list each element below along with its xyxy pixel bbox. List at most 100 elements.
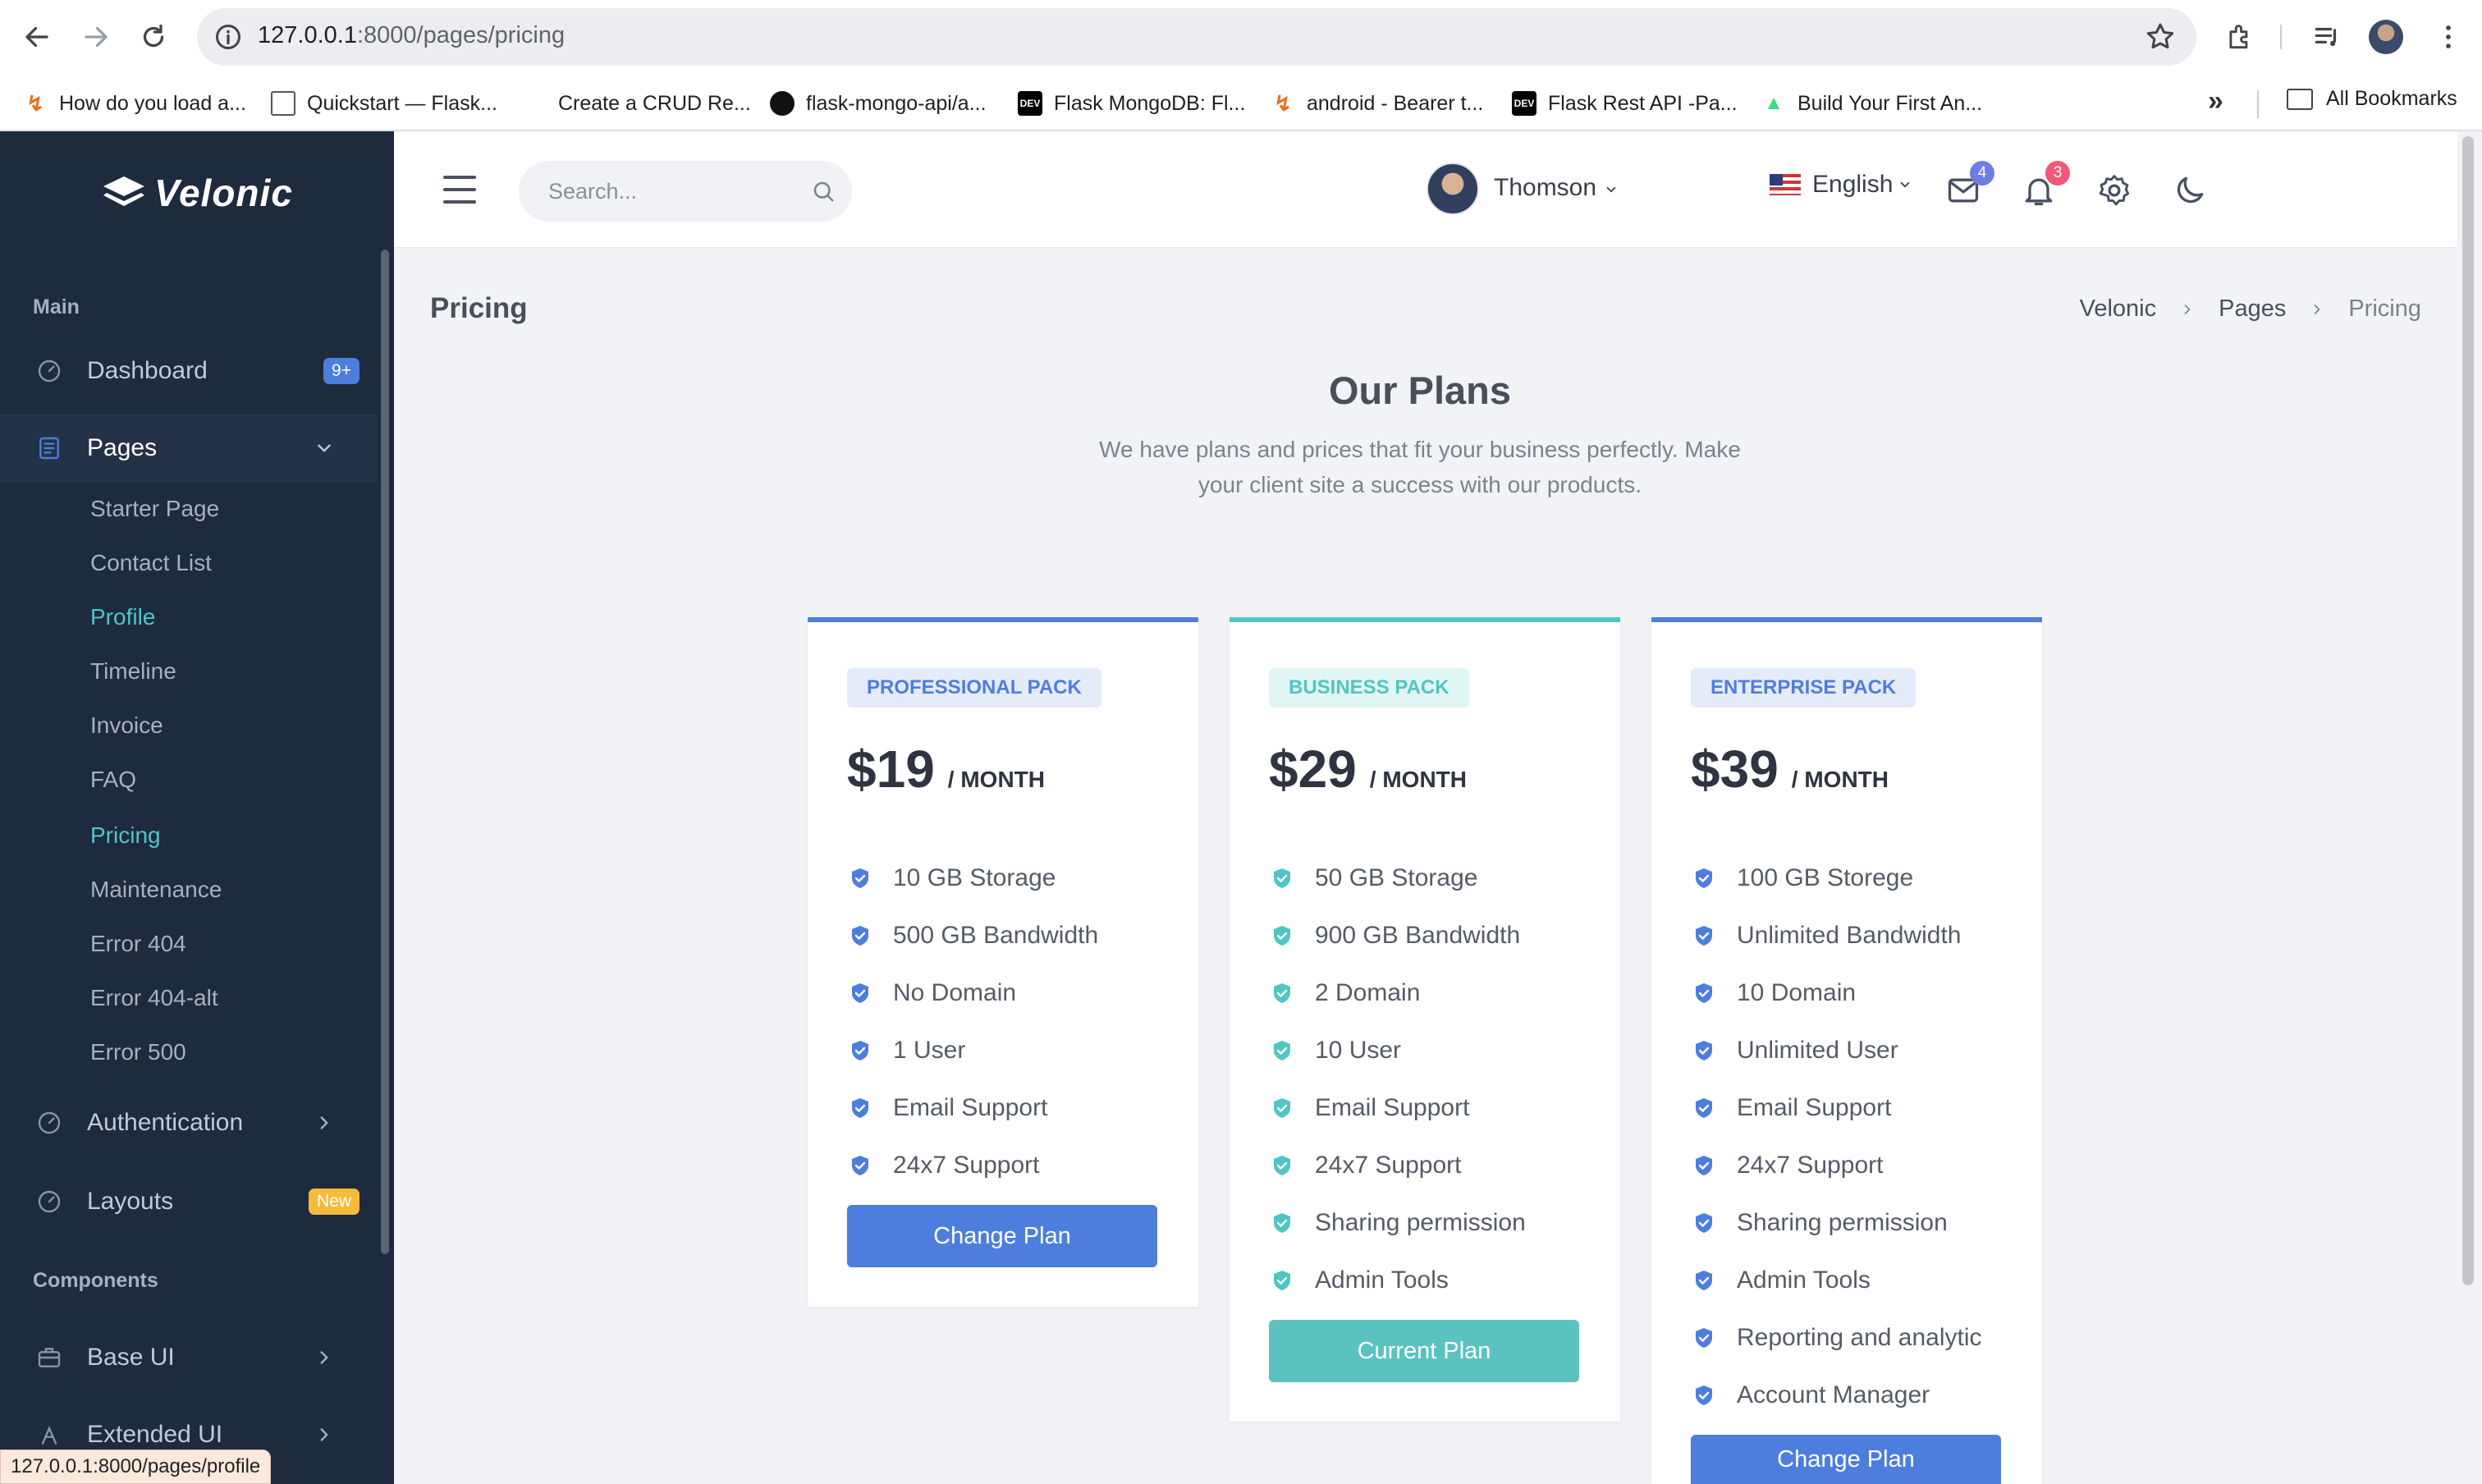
notification-count-badge: 3 bbox=[2045, 161, 2070, 186]
feature-text: 2 Domain bbox=[1315, 979, 1421, 1006]
gear-icon[interactable] bbox=[2096, 172, 2132, 208]
bookmark-item[interactable]: DEV Flask Rest API -Pa... bbox=[1512, 87, 1738, 120]
sidebar-item-label: Base UI bbox=[87, 1344, 175, 1371]
sidebar-subitem-invoice[interactable]: Invoice bbox=[90, 712, 163, 739]
plan-price: $19 / MONTH bbox=[847, 739, 1045, 799]
plan-feature: 24x7 Support bbox=[850, 1147, 1039, 1184]
feature-text: Unlimited Bandwidth bbox=[1737, 922, 1962, 949]
sidebar-item-authentication[interactable]: Authentication bbox=[0, 1088, 378, 1157]
media-control-icon[interactable] bbox=[2308, 18, 2346, 56]
plan-feature: 500 GB Bandwidth bbox=[850, 918, 1098, 954]
sidebar-subitem-error-404[interactable]: Error 404 bbox=[90, 931, 186, 957]
browser-chrome: 127.0.0.1:8000/pages/pricing ↯ How do you… bbox=[0, 0, 2482, 131]
all-bookmarks-button[interactable]: All Bookmarks bbox=[2287, 87, 2457, 111]
sidebar-item-label: Pages bbox=[87, 434, 158, 461]
plan-feature: Unlimited User bbox=[1694, 1033, 1898, 1069]
feature-text: Sharing permission bbox=[1737, 1209, 1948, 1236]
sidebar-subitem-contact-list[interactable]: Contact List bbox=[90, 550, 212, 576]
sidebar-scrollbar[interactable] bbox=[381, 250, 389, 1254]
brand-logo[interactable]: Velonic bbox=[102, 171, 293, 215]
bookmark-item[interactable]: ↯ android - Bearer t... bbox=[1271, 87, 1483, 120]
plan-feature: 100 GB Storege bbox=[1694, 860, 1913, 896]
bell-icon[interactable]: 3 bbox=[2021, 161, 2070, 208]
dashboard-count-badge: 9+ bbox=[323, 358, 359, 384]
bookmark-label: flask-mongo-api/a... bbox=[806, 91, 987, 115]
shield-check-icon bbox=[852, 1041, 868, 1060]
flask-favicon-icon: ↯ bbox=[1271, 91, 1295, 116]
breadcrumb-link-pages[interactable]: Pages bbox=[2219, 295, 2286, 323]
change-plan-button[interactable]: Change Plan bbox=[847, 1205, 1157, 1267]
plan-feature: 10 GB Storage bbox=[850, 860, 1056, 896]
shield-check-icon bbox=[1274, 926, 1290, 946]
sidebar-subitem-profile[interactable]: Profile bbox=[90, 604, 155, 630]
sidebar-subitem-starter-page[interactable]: Starter Page bbox=[90, 496, 219, 522]
search-input[interactable] bbox=[548, 161, 795, 222]
bookmark-item[interactable]: Quickstart — Flask... bbox=[271, 87, 497, 120]
toolbar-divider bbox=[2280, 25, 2282, 49]
pages-icon bbox=[36, 435, 62, 461]
bookmark-item[interactable]: flask-mongo-api/a... bbox=[770, 87, 987, 120]
section-heading-main: Main bbox=[33, 295, 80, 318]
sidebar-subitem-timeline[interactable]: Timeline bbox=[90, 658, 176, 685]
search-box[interactable] bbox=[519, 161, 852, 222]
language-selector[interactable]: English bbox=[1770, 171, 1912, 199]
browser-menu-icon[interactable] bbox=[2429, 18, 2467, 56]
plan-feature: 2 Domain bbox=[1272, 975, 1420, 1011]
reload-icon[interactable] bbox=[133, 16, 174, 57]
extensions-icon[interactable] bbox=[2221, 18, 2259, 56]
more-bookmarks-icon[interactable]: » bbox=[2208, 85, 2223, 117]
moon-icon[interactable] bbox=[2172, 172, 2208, 208]
sidebar-item-label: Authentication bbox=[87, 1109, 244, 1136]
bookmark-item[interactable]: DEV Flask MongoDB: Fl... bbox=[1018, 87, 1245, 120]
address-bar[interactable]: 127.0.0.1:8000/pages/pricing bbox=[197, 8, 2196, 66]
current-plan-button[interactable]: Current Plan bbox=[1269, 1320, 1579, 1382]
plan-price: $39 / MONTH bbox=[1691, 739, 1889, 799]
breadcrumb-link-velonic[interactable]: Velonic bbox=[2080, 295, 2157, 323]
bookmark-item[interactable]: ↯ How do you load a... bbox=[23, 87, 246, 120]
url-text[interactable]: 127.0.0.1:8000/pages/pricing bbox=[258, 22, 565, 49]
language-label: English bbox=[1812, 171, 1894, 198]
doc-favicon-icon bbox=[271, 91, 295, 116]
shield-check-icon bbox=[1274, 983, 1290, 1003]
back-icon[interactable] bbox=[16, 16, 57, 57]
sidebar-item-base-ui[interactable]: Base UI bbox=[0, 1323, 378, 1392]
user-avatar[interactable] bbox=[1426, 163, 1479, 215]
sidebar-item-pages[interactable]: Pages bbox=[0, 414, 378, 483]
layers-logo-icon bbox=[103, 176, 144, 206]
sidebar-subitem-pricing[interactable]: Pricing bbox=[90, 822, 161, 849]
bookmark-item[interactable]: ▲ Build Your First An... bbox=[1761, 87, 1982, 120]
sidebar-subitem-error-404-alt[interactable]: Error 404-alt bbox=[90, 985, 218, 1011]
forward-icon[interactable] bbox=[76, 16, 117, 57]
site-info-icon[interactable] bbox=[213, 22, 243, 52]
bookmark-label: Quickstart — Flask... bbox=[307, 91, 497, 115]
plan-feature: Email Support bbox=[1272, 1090, 1469, 1126]
new-badge: New bbox=[308, 1189, 359, 1215]
pricing-card-enterprise: ENTERPRISE PACK $39 / MONTH 100 GB Storeg… bbox=[1651, 617, 2042, 1484]
change-plan-button[interactable]: Change Plan bbox=[1691, 1435, 2001, 1484]
mail-icon[interactable]: 4 bbox=[1945, 161, 1994, 208]
sidebar-subitem-error-500[interactable]: Error 500 bbox=[90, 1039, 186, 1065]
search-icon[interactable] bbox=[811, 179, 836, 204]
sidebar-item-label: Extended UI bbox=[87, 1421, 223, 1448]
section-heading-components: Components bbox=[33, 1269, 158, 1292]
sidebar-subitem-maintenance[interactable]: Maintenance bbox=[90, 877, 222, 903]
plan-feature: Sharing permission bbox=[1272, 1205, 1526, 1241]
page-scrollbar[interactable] bbox=[2462, 136, 2474, 1285]
plan-tag: ENTERPRISE PACK bbox=[1691, 668, 1916, 708]
shield-check-icon bbox=[852, 868, 868, 888]
feature-text: Reporting and analytic bbox=[1737, 1324, 1982, 1351]
github-icon bbox=[770, 91, 795, 116]
plan-feature: Reporting and analytic bbox=[1694, 1320, 1982, 1356]
user-name[interactable]: Thomson bbox=[1494, 174, 1596, 202]
chevron-down-icon[interactable] bbox=[1604, 182, 1619, 197]
browser-profile-avatar[interactable] bbox=[2369, 20, 2403, 54]
plan-feature: 10 User bbox=[1272, 1033, 1401, 1069]
sidebar-item-layouts[interactable]: Layouts New bbox=[0, 1167, 378, 1236]
sidebar-subitem-faq[interactable]: FAQ bbox=[90, 767, 136, 793]
menu-toggle-icon[interactable] bbox=[443, 176, 476, 204]
bookmark-star-icon[interactable] bbox=[2144, 21, 2177, 53]
plans-subtitle: We have plans and prices that fit your b… bbox=[1099, 437, 1741, 497]
breadcrumb: Velonic Pages Pricing bbox=[2080, 295, 2421, 323]
sidebar-item-dashboard[interactable]: Dashboard 9+ bbox=[0, 337, 378, 405]
bookmark-item[interactable]: Create a CRUD Re... bbox=[522, 87, 751, 120]
